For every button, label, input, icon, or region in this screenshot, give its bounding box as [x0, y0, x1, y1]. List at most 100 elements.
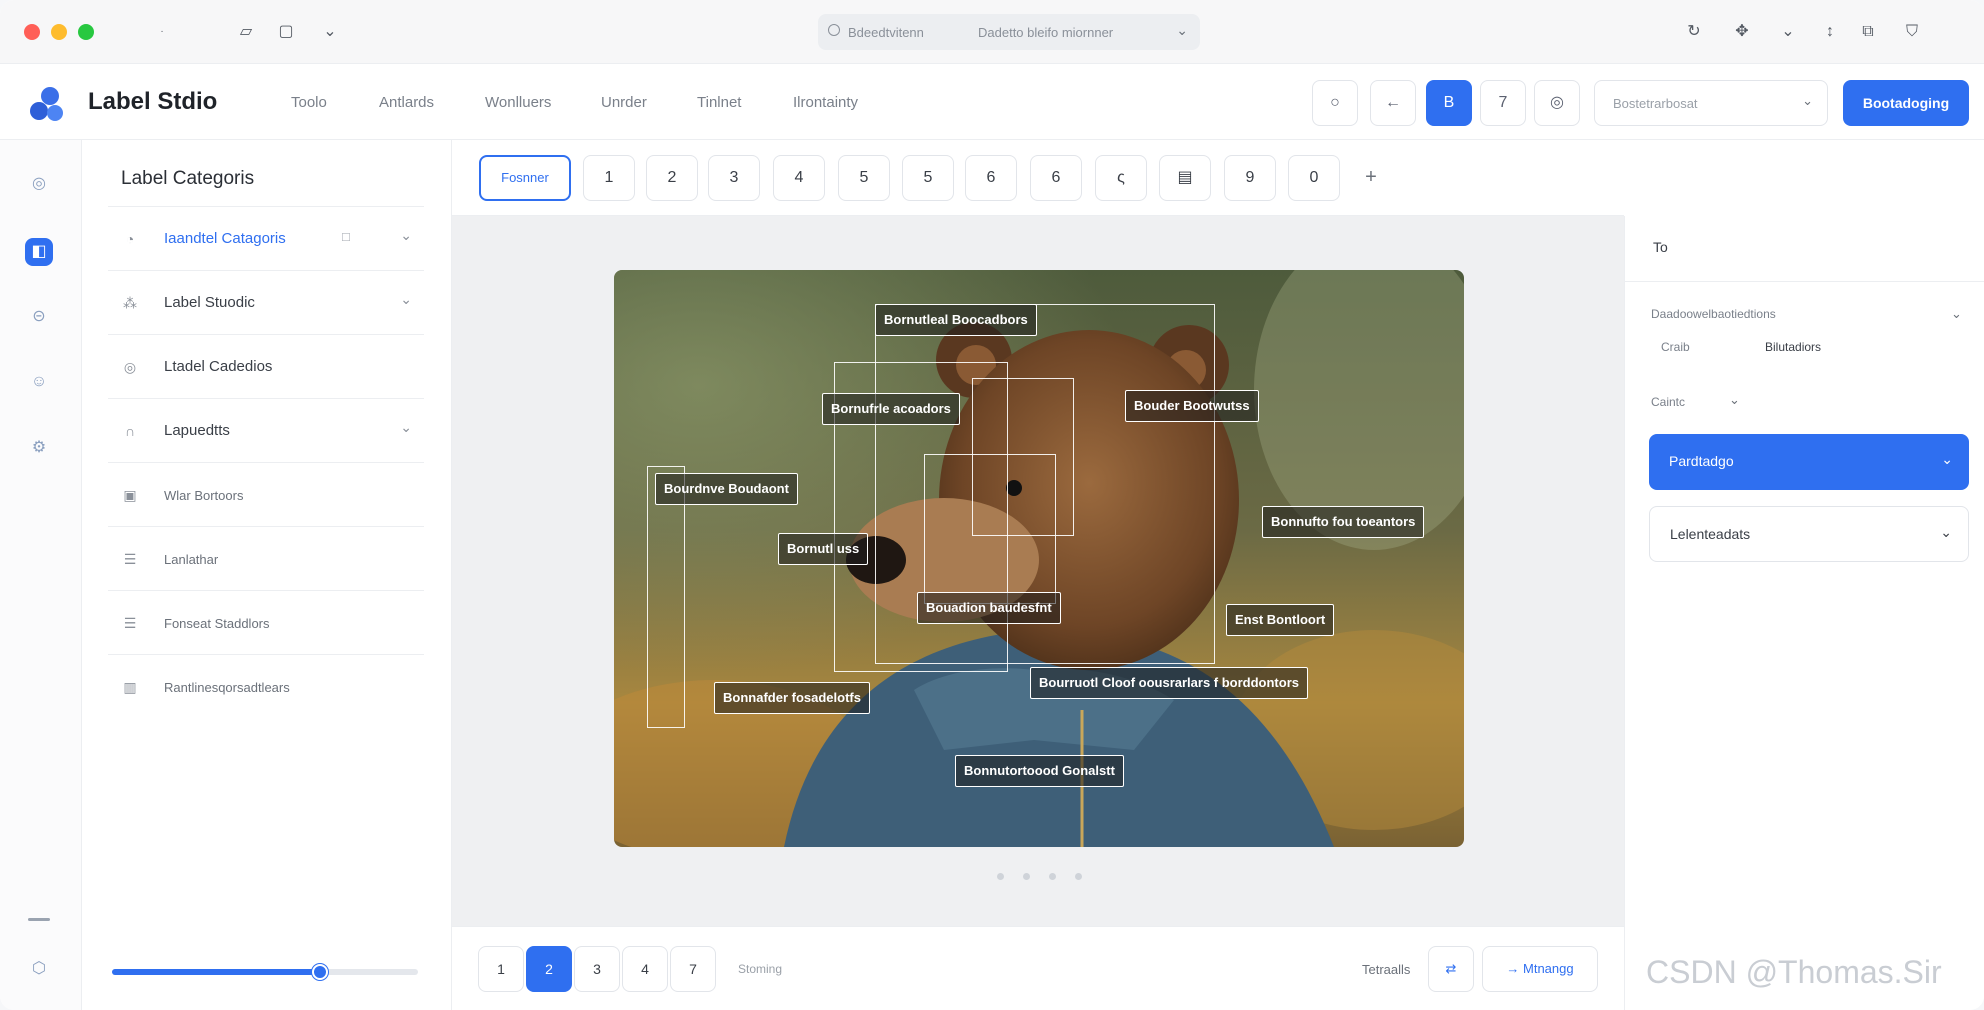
swap-icon[interactable]: ⇄: [1428, 946, 1474, 992]
page-thumb[interactable]: 1: [583, 155, 635, 201]
zoom-slider-handle[interactable]: [312, 964, 329, 980]
chevron-down-icon[interactable]: ⌄: [318, 20, 342, 44]
nav-item-annotations[interactable]: Antlards: [379, 94, 434, 111]
chevron-down-icon[interactable]: ⌄: [1729, 392, 1740, 408]
hexagon-icon[interactable]: ⬡: [25, 955, 53, 983]
chevron-down-icon[interactable]: ⌄: [1176, 22, 1188, 39]
page-icon[interactable]: ▱: [234, 20, 258, 44]
annotation-label[interactable]: Bornutleal Boocadbors: [875, 304, 1037, 336]
page-thumb[interactable]: ς: [1095, 155, 1147, 201]
category-item[interactable]: ⁂ Label Stuodic ⌄: [108, 270, 424, 334]
toolbar-button-circle[interactable]: ○: [1312, 80, 1358, 126]
footer-page-4[interactable]: 4: [622, 946, 668, 992]
carousel-dot[interactable]: [997, 873, 1004, 880]
page-thumb[interactable]: 6: [1030, 155, 1082, 201]
page-thumb[interactable]: ▤: [1159, 155, 1211, 201]
annotation-label[interactable]: Bornufrle acoadors: [822, 393, 960, 425]
page-thumb[interactable]: 4: [773, 155, 825, 201]
option-b[interactable]: Bilutadiors: [1765, 340, 1821, 354]
maximize-window-button[interactable]: [78, 24, 94, 40]
carousel-dot[interactable]: [1075, 873, 1082, 880]
chevron-down-icon[interactable]: ⌄: [400, 419, 412, 436]
close-window-button[interactable]: [24, 24, 40, 40]
category-item[interactable]: ☰ Lanlathar: [108, 526, 424, 590]
annotation-label[interactable]: Bonnufto fou toeantors: [1262, 506, 1425, 538]
nav-item-uncertainty[interactable]: Ilrontainty: [793, 94, 858, 111]
chat-icon[interactable]: ⊝: [25, 303, 53, 331]
toolbar-button-7[interactable]: 7: [1480, 80, 1526, 126]
nav-item-under[interactable]: Unrder: [601, 94, 647, 111]
refresh-icon[interactable]: ↻: [1682, 20, 1706, 44]
bounding-box[interactable]: [924, 454, 1056, 604]
page-thumb[interactable]: 2: [646, 155, 698, 201]
footer-page-1[interactable]: 1: [478, 946, 524, 992]
annotation-label[interactable]: Bouder Bootwutss: [1125, 390, 1259, 422]
nav-item-tools[interactable]: Toolo: [291, 94, 327, 111]
label-icon[interactable]: ◧: [25, 238, 53, 266]
dropdown-secondary[interactable]: Lelenteadats ⌄: [1649, 506, 1969, 562]
site-info-icon: [828, 24, 840, 36]
annotation-label[interactable]: Bonnafder fosadelotfs: [714, 682, 870, 714]
page-thumb[interactable]: 6: [965, 155, 1017, 201]
project-select[interactable]: Bostetrarbosat ⌄: [1594, 80, 1828, 126]
tab-icon[interactable]: ▢: [274, 20, 298, 44]
annotation-label[interactable]: Enst Bontloort: [1226, 604, 1335, 636]
app-header: Label Stdio Toolo Antlards Wonlluers Unr…: [0, 64, 1984, 140]
add-page-button[interactable]: +: [1348, 155, 1394, 201]
page-strip: Fosnner 1 2 3 4 5 5 6 6 ς ▤ 9 0 +: [452, 140, 1624, 216]
page-thumb[interactable]: 0: [1288, 155, 1340, 201]
nav-item-tinlnet[interactable]: Tinlnet: [697, 94, 741, 111]
bookmark-icon[interactable]: □: [342, 229, 350, 244]
annotation-label[interactable]: Bouadion baudesfnt: [917, 592, 1061, 624]
page-thumb[interactable]: 5: [902, 155, 954, 201]
dropdown-primary[interactable]: Pardtadgo ⌄: [1649, 434, 1969, 490]
primary-action-button[interactable]: Bootadoging: [1843, 80, 1969, 126]
toolbar-button-b[interactable]: B: [1426, 80, 1472, 126]
zoom-slider[interactable]: [112, 964, 418, 980]
category-icon: ☰: [123, 551, 137, 567]
chevron-down-icon[interactable]: ⌄: [1951, 306, 1962, 322]
annotation-label[interactable]: Bourruotl Cloof oousrarlars f borddontor…: [1030, 667, 1308, 699]
toolbar-button-target[interactable]: ◎: [1534, 80, 1580, 126]
share-icon[interactable]: ⧉: [1856, 20, 1880, 44]
footer-page-3[interactable]: 3: [574, 946, 620, 992]
pin-icon[interactable]: ↕: [1818, 20, 1842, 44]
minimize-window-button[interactable]: [51, 24, 67, 40]
annotation-label[interactable]: Bonnutortoood Gonalstt: [955, 755, 1124, 787]
settings-icon[interactable]: ⚙: [25, 434, 53, 462]
category-item[interactable]: ▥ Rantlinesqorsadtlears: [108, 654, 424, 718]
page-thumb[interactable]: 9: [1224, 155, 1276, 201]
option-c[interactable]: Caintc: [1651, 395, 1685, 409]
details-title: To: [1653, 239, 1668, 255]
footer-page-7[interactable]: 7: [670, 946, 716, 992]
next-button[interactable]: → Mtnangg: [1482, 946, 1598, 992]
footer-page-2[interactable]: 2: [526, 946, 572, 992]
chevron-down-icon[interactable]: ⌄: [400, 291, 412, 308]
address-bar[interactable]: Bdeedtvitenn Dadetto bleifo miornner ⌄: [818, 14, 1200, 50]
logo-icon: [30, 87, 63, 121]
sidebar-toggle-icon[interactable]: ·: [150, 20, 174, 44]
bounding-box[interactable]: [647, 466, 685, 728]
category-item[interactable]: ▣ Wlar Bortoors: [108, 462, 424, 526]
toolbar-button-back[interactable]: ←: [1370, 80, 1416, 126]
page-thumb[interactable]: 3: [708, 155, 760, 201]
category-item[interactable]: ◎ Ltadel Cadedios: [108, 334, 424, 398]
download-icon[interactable]: ⌄: [1776, 20, 1800, 44]
face-icon[interactable]: ☺: [25, 368, 53, 396]
carousel-dot[interactable]: [1049, 873, 1056, 880]
page-thumb[interactable]: 5: [838, 155, 890, 201]
category-item[interactable]: ☰ Fonseat Staddlors: [108, 590, 424, 654]
shield-icon[interactable]: ⛉: [1900, 20, 1924, 44]
option-a[interactable]: Craib: [1661, 340, 1690, 354]
compass-icon[interactable]: ◎: [25, 170, 53, 198]
annotation-label[interactable]: Bornutl uss: [778, 533, 869, 565]
carousel-dot[interactable]: [1023, 873, 1030, 880]
category-item[interactable]: ∩ Lapuedtts ⌄: [108, 398, 424, 462]
strip-first-button[interactable]: Fosnner: [479, 155, 571, 201]
nav-item-workers[interactable]: Wonlluers: [485, 94, 551, 111]
category-icon: ∩: [124, 423, 136, 439]
chevron-down-icon[interactable]: ⌄: [400, 227, 412, 244]
annotation-label[interactable]: Bourdnve Boudaont: [655, 473, 798, 505]
puzzle-icon[interactable]: ✥: [1730, 20, 1754, 44]
category-item[interactable]: ◔ Iaandtel Catagoris □ ⌄: [108, 206, 424, 270]
